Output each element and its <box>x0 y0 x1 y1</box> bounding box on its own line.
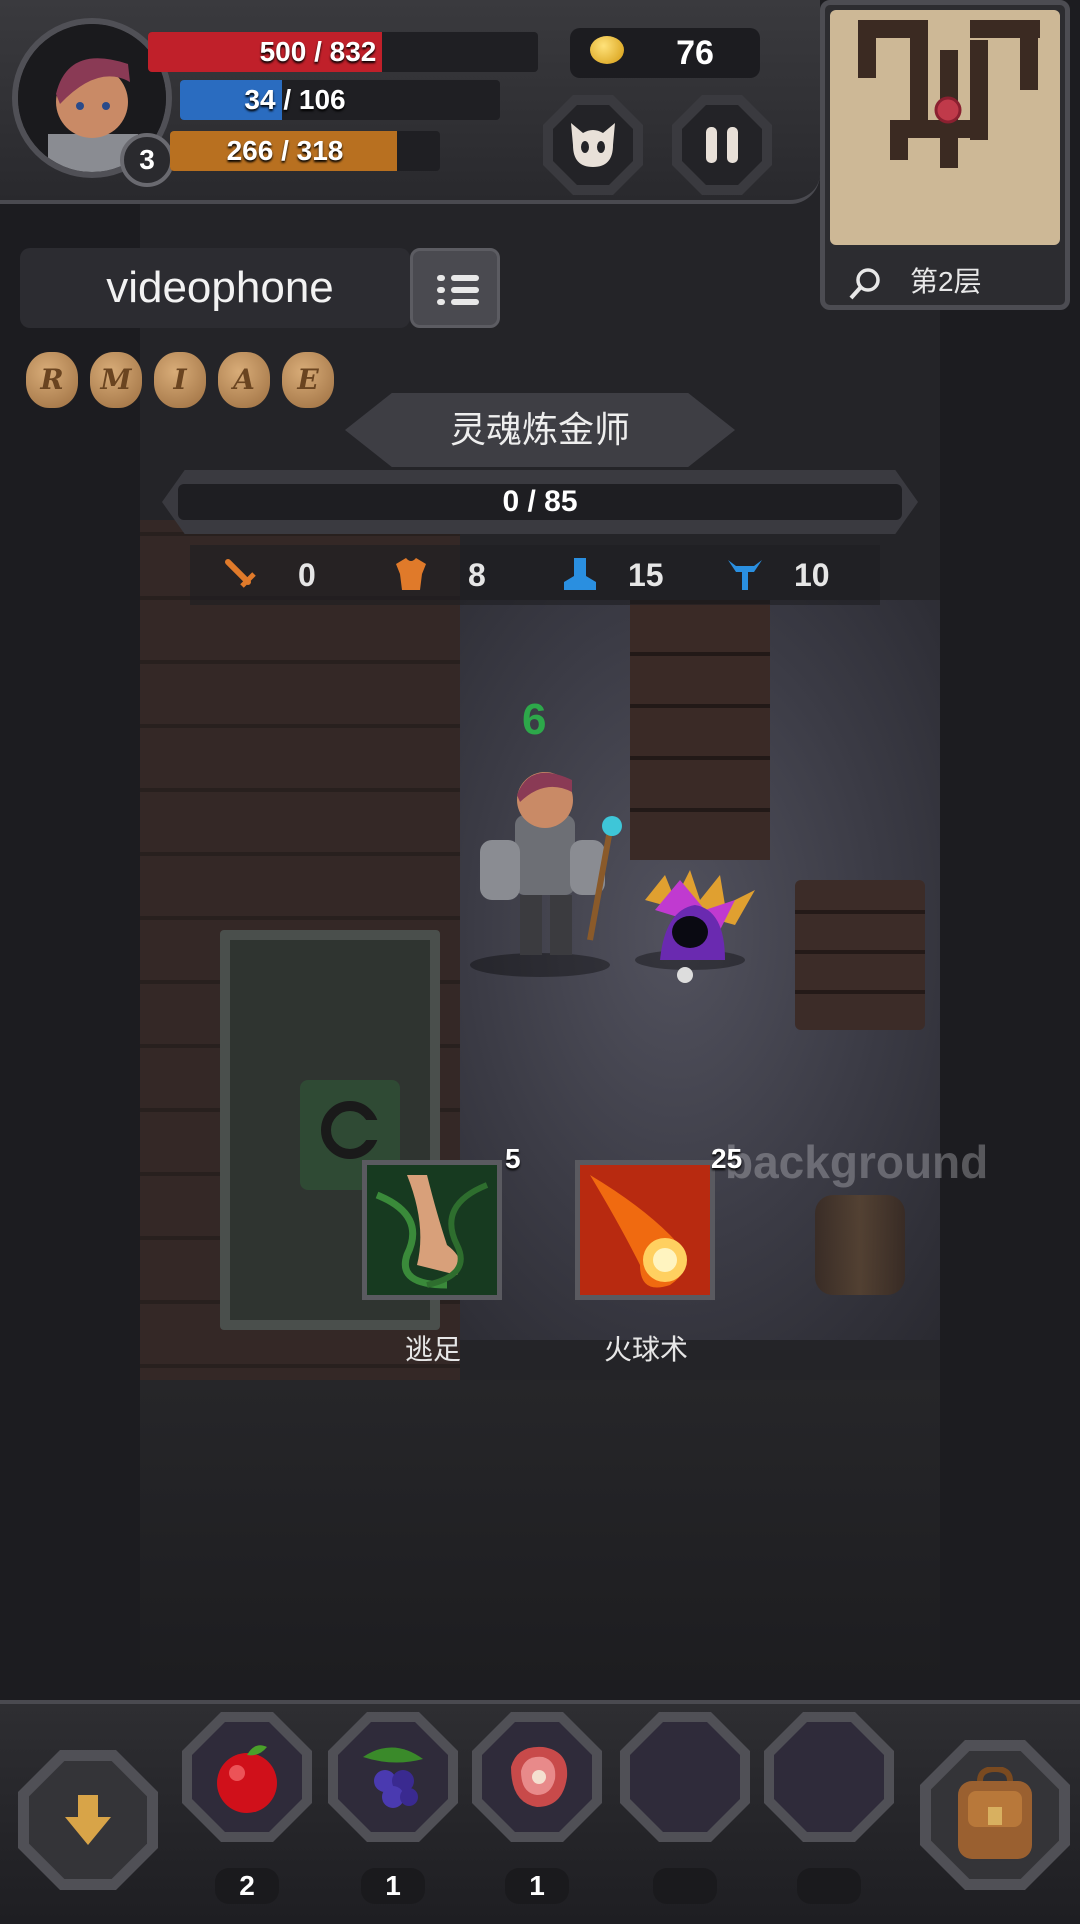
armor-icon <box>392 556 430 592</box>
stairs-area <box>140 1380 940 1680</box>
enemy-hp-text: 0 / 85 <box>178 484 902 520</box>
sword-icon <box>222 556 258 592</box>
mp-text: 34 / 106 <box>244 84 346 115</box>
backpack-icon <box>958 1767 1032 1859</box>
player-sprite <box>460 760 640 980</box>
brick-pillar <box>630 600 770 860</box>
inventory-count-2: 1 <box>361 1868 425 1904</box>
inventory-count-1: 2 <box>215 1868 279 1904</box>
arrow-down-icon <box>65 1795 111 1845</box>
magnifier-icon[interactable] <box>848 267 882 301</box>
skill-escape[interactable] <box>362 1160 502 1300</box>
pause-button[interactable] <box>672 95 772 195</box>
vine-foot-icon <box>367 1165 497 1295</box>
monster-face-icon <box>571 123 615 167</box>
stat-attack-value: 0 <box>298 557 316 593</box>
enemy-soul-alchemist-sprite[interactable] <box>625 870 765 990</box>
boot-icon <box>560 556 598 592</box>
inventory-slot-5[interactable] <box>764 1712 894 1842</box>
skill-escape-name: 逃足 <box>404 1334 461 1365</box>
enemy-name: 灵魂炼金师 <box>345 393 735 467</box>
inventory-slot-3[interactable] <box>472 1712 602 1842</box>
skill-fireball-name: 火球术 <box>603 1334 688 1365</box>
stat-strength-value: 10 <box>794 557 830 593</box>
gold-amount: 76 <box>676 34 714 72</box>
stat-speed-value: 15 <box>628 557 664 593</box>
backpack-button[interactable] <box>920 1740 1070 1890</box>
floor-label: 第2层 <box>910 266 982 297</box>
hp-text: 500 / 832 <box>259 36 377 67</box>
bestiary-button[interactable] <box>543 95 643 195</box>
menu-button[interactable] <box>410 248 500 328</box>
player-level-badge: 3 <box>120 133 174 187</box>
barrel[interactable] <box>815 1195 905 1295</box>
berries-icon <box>363 1747 423 1808</box>
meat-icon <box>511 1746 568 1807</box>
apple-icon <box>217 1745 277 1813</box>
player-name: videophone <box>106 263 334 312</box>
skill-fireball[interactable] <box>575 1160 715 1300</box>
hp-bar: 500 / 832 <box>148 32 538 72</box>
descend-button[interactable] <box>18 1750 158 1890</box>
rune-m[interactable]: M <box>90 352 142 408</box>
rune-e[interactable]: E <box>282 352 334 408</box>
stacked-crates <box>795 880 925 1030</box>
pause-icon <box>706 127 738 163</box>
fireball-icon <box>580 1165 710 1295</box>
horns-icon <box>726 556 764 592</box>
inventory-slot-4[interactable] <box>620 1712 750 1842</box>
stat-armor-value: 8 <box>468 557 486 593</box>
inventory-slot-2[interactable] <box>328 1712 458 1842</box>
minimap[interactable] <box>830 10 1060 245</box>
rune-r[interactable]: R <box>26 352 78 408</box>
inventory-slot-1[interactable] <box>182 1712 312 1842</box>
rune-i[interactable]: I <box>154 352 206 408</box>
enemy-stats <box>190 545 880 605</box>
mp-bar: 34 / 106 <box>180 80 500 120</box>
skill-escape-count: 5 <box>505 1143 521 1174</box>
xp-text: 266 / 318 <box>226 135 344 166</box>
gold-coin-icon <box>590 36 624 64</box>
xp-bar: 266 / 318 <box>170 131 440 171</box>
damage-number: 6 <box>522 695 547 744</box>
inventory-count-3: 1 <box>505 1868 569 1904</box>
rune-a[interactable]: A <box>218 352 270 408</box>
background-label: background <box>725 1136 989 1188</box>
skill-fireball-count: 25 <box>711 1143 743 1174</box>
inventory-count-5 <box>797 1868 861 1904</box>
inventory-count-4 <box>653 1868 717 1904</box>
